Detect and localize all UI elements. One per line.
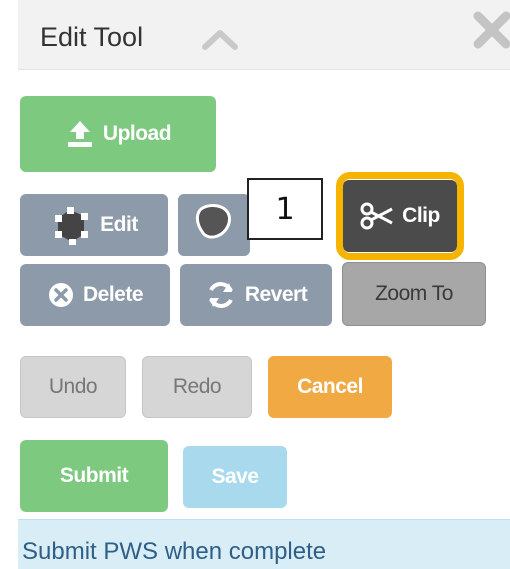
- upload-button[interactable]: Upload: [20, 96, 216, 172]
- revert-label: Revert: [244, 283, 308, 306]
- submit-button[interactable]: Submit: [20, 440, 168, 512]
- step-callout: 1: [247, 178, 323, 240]
- edit-label: Edit: [100, 213, 138, 236]
- delete-button[interactable]: Delete: [20, 264, 170, 326]
- save-button[interactable]: Save: [183, 446, 287, 508]
- zoom-to-label: Zoom To: [375, 282, 453, 305]
- delete-label: Delete: [82, 283, 144, 306]
- redo-button[interactable]: Redo: [142, 356, 252, 418]
- cancel-label: Cancel: [297, 375, 363, 398]
- panel-title: Edit Tool: [40, 22, 144, 52]
- cancel-button[interactable]: Cancel: [268, 356, 392, 418]
- panel-header: Edit Tool: [18, 0, 510, 70]
- revert-button[interactable]: Revert: [180, 264, 332, 326]
- submit-label: Submit: [59, 464, 129, 487]
- upload-icon: [65, 119, 95, 149]
- close-icon[interactable]: [472, 10, 510, 55]
- undo-button[interactable]: Undo: [20, 356, 126, 418]
- zoom-to-button[interactable]: Zoom To: [342, 262, 486, 326]
- clip-highlight: [336, 172, 464, 260]
- upload-label: Upload: [102, 122, 172, 145]
- save-label: Save: [211, 465, 259, 488]
- refresh-icon: [205, 279, 237, 311]
- status-message: Submit PWS when complete: [22, 538, 327, 565]
- draw-shape-icon: [191, 199, 237, 251]
- edit-polygon-icon: [50, 204, 92, 246]
- delete-circle-icon: [47, 281, 75, 309]
- draw-shape-button[interactable]: [178, 194, 250, 256]
- edit-button[interactable]: Edit: [20, 194, 168, 256]
- status-message-bar: Submit PWS when complete: [18, 519, 510, 569]
- step-number: 1: [275, 191, 295, 227]
- chevron-up-icon[interactable]: [202, 28, 238, 55]
- redo-label: Redo: [172, 375, 222, 398]
- undo-label: Undo: [48, 375, 98, 398]
